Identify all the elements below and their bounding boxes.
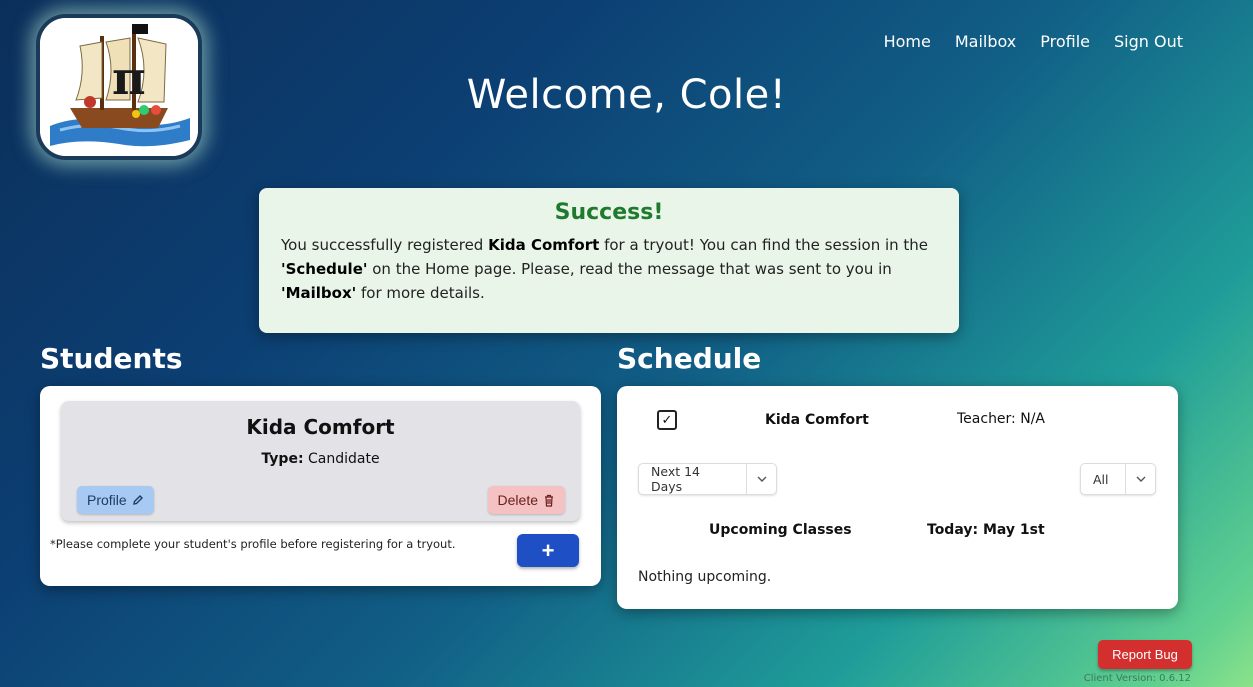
alert-mailbox-word: 'Mailbox'	[281, 284, 357, 302]
nav-profile-link[interactable]: Profile	[1040, 32, 1090, 51]
schedule-panel: ✓ Kida Comfort Teacher: N/A Next 14 Days…	[617, 386, 1178, 609]
upcoming-classes-label: Upcoming Classes	[709, 522, 852, 538]
profile-completion-note: *Please complete your student's profile …	[50, 537, 456, 551]
welcome-heading: Welcome, Cole!	[466, 72, 787, 118]
date-range-value: Next 14 Days	[651, 464, 700, 494]
chevron-down-icon	[746, 464, 776, 494]
delete-button-label: Delete	[497, 492, 538, 508]
pencil-icon	[132, 495, 143, 505]
alert-text: for a tryout! You can find the session i…	[599, 236, 929, 254]
chevron-down-icon	[1125, 464, 1155, 494]
class-type-select[interactable]: All	[1080, 463, 1156, 495]
alert-student-name: Kida Comfort	[488, 236, 600, 254]
nav-home-link[interactable]: Home	[884, 32, 931, 51]
alert-text: for more details.	[356, 284, 485, 302]
client-version: Client Version: 0.6.12	[1083, 673, 1191, 684]
nav-sign-out-link[interactable]: Sign Out	[1114, 32, 1183, 51]
alert-message: You successfully registered Kida Comfort…	[281, 233, 937, 305]
alert-text: on the Home page. Please, read the messa…	[367, 260, 892, 278]
student-type-label: Type:	[261, 451, 304, 467]
student-checkbox[interactable]: ✓	[657, 410, 677, 430]
schedule-heading: Schedule	[617, 342, 762, 375]
students-panel: Kida Comfort Type: Candidate Profile Del…	[40, 386, 601, 586]
add-student-button[interactable]: +	[517, 534, 579, 567]
alert-title: Success!	[554, 200, 664, 225]
empty-schedule-text: Nothing upcoming.	[638, 569, 772, 585]
date-range-select[interactable]: Next 14 Days	[638, 463, 777, 495]
top-nav: Home Mailbox Profile Sign Out	[884, 32, 1183, 51]
student-type: Type: Candidate	[61, 451, 580, 467]
nav-mailbox-link[interactable]: Mailbox	[955, 32, 1016, 51]
profile-button-label: Profile	[87, 492, 127, 508]
alert-text: You successfully registered	[281, 236, 489, 254]
class-type-value: All	[1093, 471, 1109, 487]
alert-schedule-word: 'Schedule'	[281, 260, 368, 278]
student-type-value: Candidate	[308, 451, 380, 467]
schedule-teacher: Teacher: N/A	[957, 411, 1045, 427]
student-profile-button[interactable]: Profile	[77, 486, 154, 514]
success-alert: Success! You successfully registered Kid…	[259, 188, 959, 333]
today-date-label: Today: May 1st	[927, 522, 1045, 538]
students-heading: Students	[40, 342, 183, 375]
student-card: Kida Comfort Type: Candidate Profile Del…	[61, 401, 580, 521]
trash-icon	[545, 494, 553, 507]
student-delete-button[interactable]: Delete	[487, 486, 565, 514]
schedule-student-name: Kida Comfort	[765, 412, 869, 428]
student-name: Kida Comfort	[246, 415, 395, 439]
report-bug-button[interactable]: Report Bug	[1098, 640, 1192, 669]
